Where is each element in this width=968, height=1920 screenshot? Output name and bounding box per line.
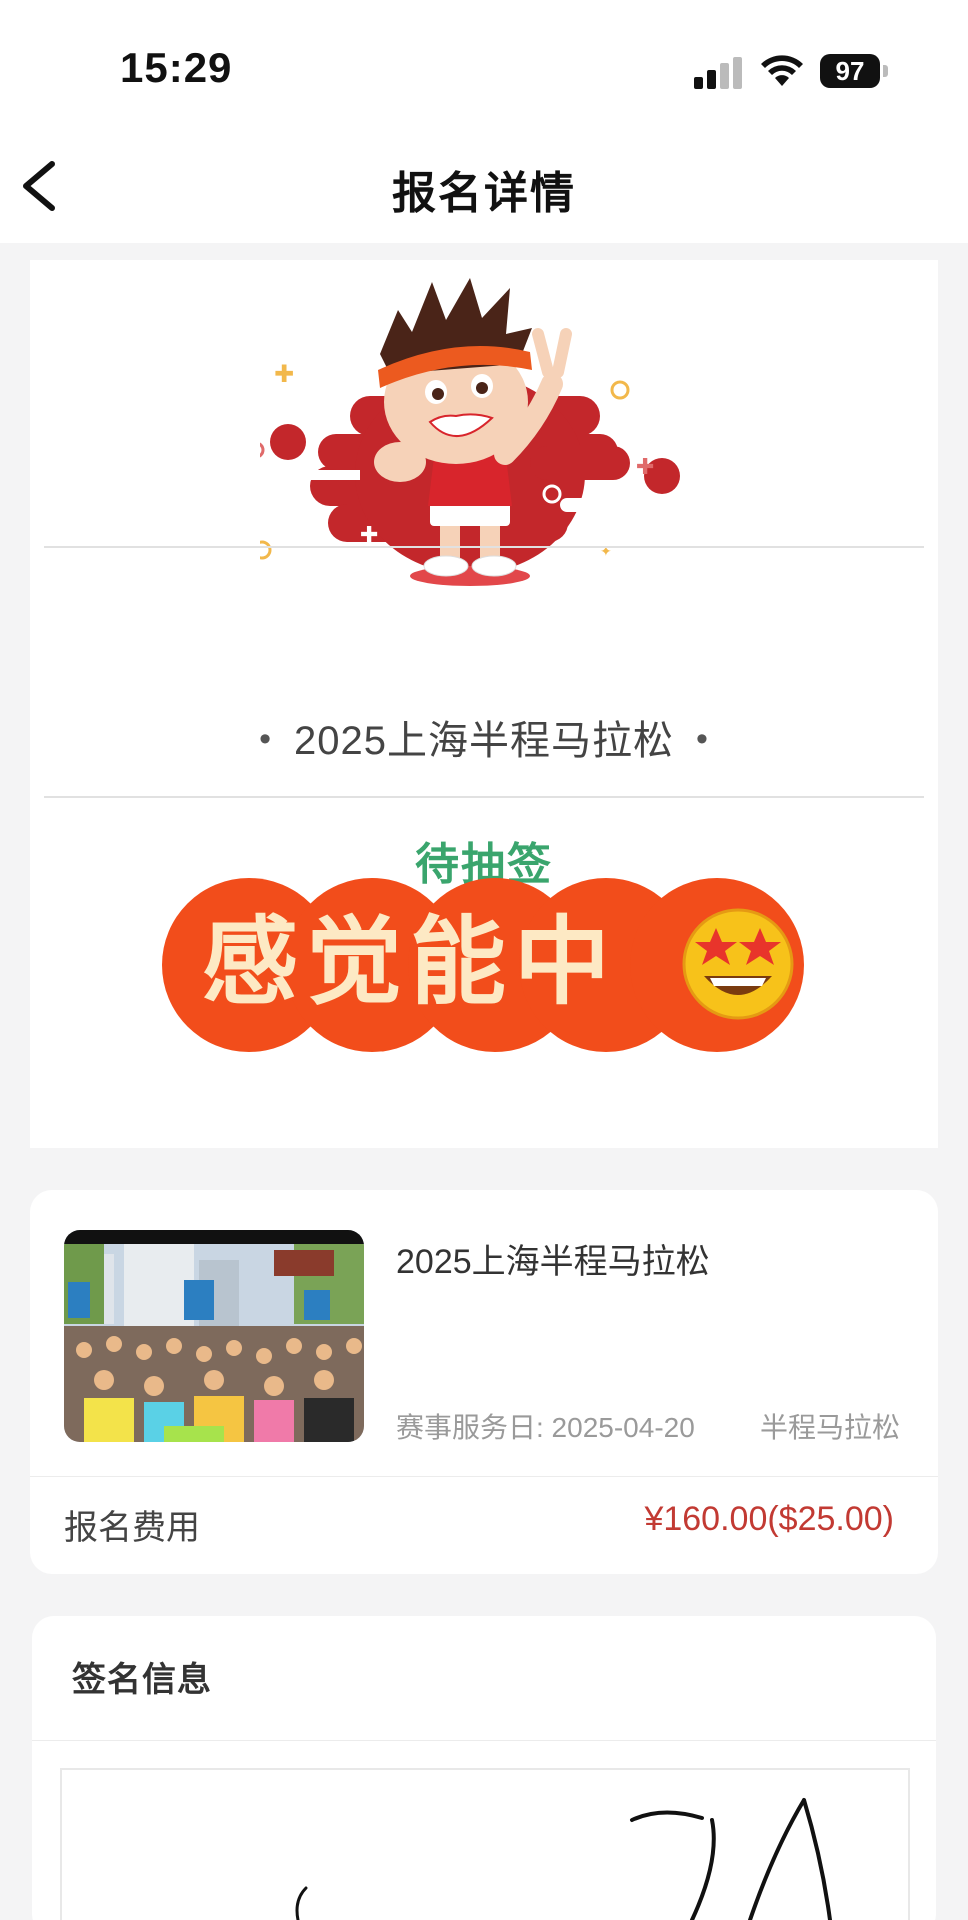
- status-time: 15:29: [120, 44, 233, 91]
- star-struck-emoji: [682, 908, 794, 1020]
- battery-icon: 97: [820, 54, 880, 88]
- battery-tip: [883, 65, 888, 77]
- divider: [32, 1740, 936, 1741]
- race-type: 半程马拉松: [759, 1412, 900, 1443]
- banner-text: 感觉能中: [202, 905, 618, 1018]
- svg-text:✚: ✚: [274, 360, 294, 388]
- feel-lucky-banner: 感觉能中: [162, 878, 804, 1052]
- event-name-row: • 2025上海半程马拉松 •: [30, 708, 938, 766]
- service-date: 赛事服务日: 2025-04-20: [396, 1412, 695, 1443]
- fee-label: 报名费用: [64, 1509, 200, 1547]
- bullet-dot: •: [259, 720, 272, 758]
- registration-status-card: ✚ ✚ ✚ ✦ • 2025上海半程马拉松 • 待抽签 感觉能中: [30, 260, 938, 1148]
- bullet-dot: •: [695, 720, 709, 758]
- event-name: 2025上海半程马拉松: [294, 719, 674, 763]
- event-info-card[interactable]: 2025上海半程马拉松 赛事服务日: 2025-04-20 半程马拉松 报名费用…: [30, 1190, 938, 1574]
- divider: [30, 1476, 938, 1477]
- page-title: 报名详情: [392, 169, 576, 218]
- signature-pad: [60, 1768, 910, 1920]
- top-bar: 15:29 97 报名详情: [0, 0, 968, 243]
- cellular-signal-icon: [694, 57, 742, 89]
- fee-value: ¥160.00($25.00): [644, 1500, 894, 1538]
- wifi-icon: [761, 55, 803, 86]
- signature-card: 签名信息: [32, 1616, 936, 1920]
- event-photo: [64, 1230, 364, 1442]
- divider: [44, 546, 924, 548]
- event-title: 2025上海半程马拉松: [396, 1243, 710, 1281]
- svg-text:✚: ✚: [360, 523, 378, 548]
- handwritten-signature: [295, 1798, 832, 1920]
- signature-title: 签名信息: [72, 1661, 212, 1699]
- divider: [44, 796, 924, 798]
- svg-text:✚: ✚: [636, 455, 654, 480]
